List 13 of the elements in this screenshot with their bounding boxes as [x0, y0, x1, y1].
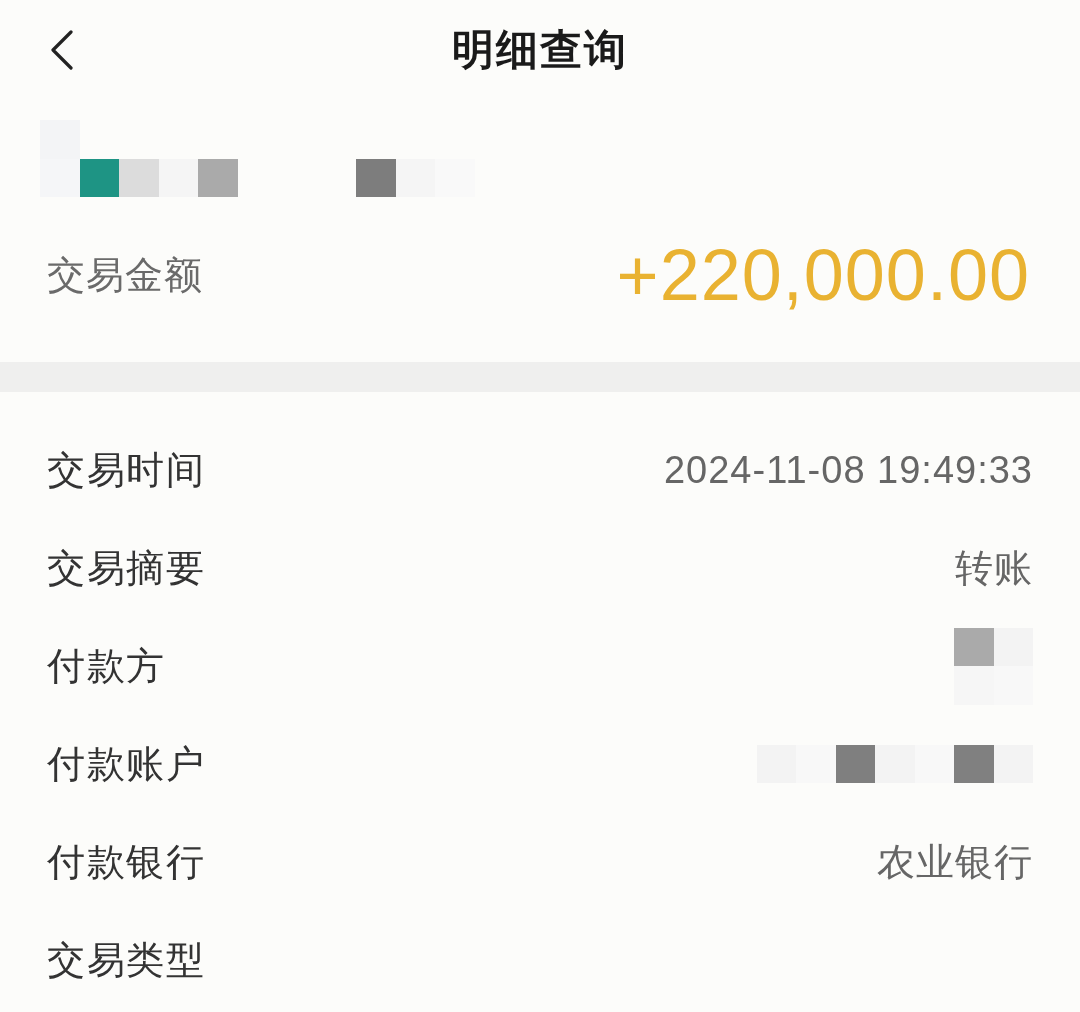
field-value: 2024-11-08 19:49:33: [663, 448, 1033, 492]
field-label: 交易时间: [47, 447, 205, 493]
page-title: 明细查询: [452, 25, 628, 75]
field-label: 交易摘要: [47, 545, 205, 591]
field-label: 付款账户: [47, 741, 205, 787]
chevron-left-icon: [50, 30, 74, 70]
amount-label: 交易金额: [47, 252, 203, 298]
field-label: 交易类型: [47, 937, 205, 983]
field-value: 转账: [955, 545, 1033, 591]
field-value: 农业银行: [877, 839, 1033, 885]
amount-value: +220,000.00: [616, 234, 1030, 316]
field-label: 付款方: [47, 643, 166, 689]
field-label: 付款银行: [47, 839, 205, 885]
